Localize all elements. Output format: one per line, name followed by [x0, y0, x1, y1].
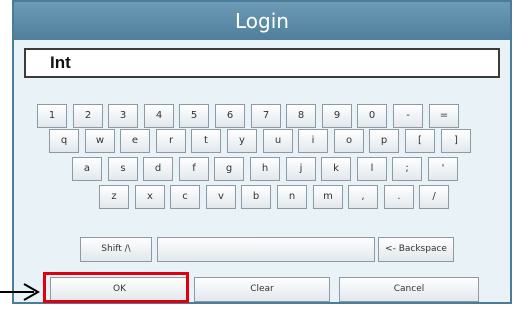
key-1-3[interactable]: 3	[108, 104, 138, 128]
clear-button[interactable]: Clear	[194, 277, 330, 302]
key-4-1[interactable]: z	[99, 185, 129, 209]
key-3-8[interactable]: k	[321, 157, 351, 181]
key-1-7[interactable]: 7	[251, 104, 281, 128]
key-2-11[interactable]: [	[405, 129, 435, 153]
key-1-1[interactable]: 1	[37, 104, 67, 128]
key-4-6[interactable]: n	[277, 185, 307, 209]
key-2-7[interactable]: u	[263, 129, 293, 153]
dialog-title: Login	[14, 2, 510, 40]
key-4-3[interactable]: c	[170, 185, 200, 209]
key-3-6[interactable]: h	[250, 157, 280, 181]
login-input[interactable]: Int	[24, 48, 500, 78]
key-2-6[interactable]: y	[227, 129, 257, 153]
key-2-4[interactable]: r	[156, 129, 186, 153]
key-1-11[interactable]: -	[393, 104, 423, 128]
key-4-10[interactable]: /	[419, 185, 449, 209]
key-4-4[interactable]: v	[206, 185, 236, 209]
key-2-2[interactable]: w	[85, 129, 115, 153]
key-3-7[interactable]: j	[286, 157, 316, 181]
key-3-11[interactable]: '	[428, 157, 458, 181]
key-2-1[interactable]: q	[49, 129, 79, 153]
key-2-12[interactable]: ]	[441, 129, 471, 153]
login-dialog: Login Int 1 2 3 4 5 6 7 8 9 0- = q w e r t y u i o p[] a s d f g h…	[12, 0, 512, 304]
key-3-9[interactable]: l	[357, 157, 387, 181]
key-1-6[interactable]: 6	[215, 104, 245, 128]
key-3-10[interactable]: ;	[392, 157, 422, 181]
key-2-10[interactable]: p	[369, 129, 399, 153]
key-2-9[interactable]: o	[334, 129, 364, 153]
shift-key[interactable]: Shift /\	[80, 237, 152, 262]
key-1-12[interactable]: =	[429, 104, 459, 128]
backspace-key[interactable]: <- Backspace	[378, 237, 454, 262]
key-2-3[interactable]: e	[120, 129, 150, 153]
key-4-8[interactable]: ,	[348, 185, 378, 209]
key-4-5[interactable]: b	[241, 185, 271, 209]
key-3-5[interactable]: g	[214, 157, 244, 181]
key-2-5[interactable]: t	[191, 129, 221, 153]
key-3-4[interactable]: f	[179, 157, 209, 181]
key-4-2[interactable]: x	[135, 185, 165, 209]
key-1-2[interactable]: 2	[73, 104, 103, 128]
key-3-1[interactable]: a	[72, 157, 102, 181]
key-3-2[interactable]: s	[108, 157, 138, 181]
space-key[interactable]	[157, 237, 375, 262]
ok-highlight-box	[43, 272, 189, 303]
key-4-7[interactable]: m	[313, 185, 343, 209]
key-1-10[interactable]: 0	[357, 104, 387, 128]
key-4-9[interactable]: .	[384, 185, 414, 209]
cancel-button[interactable]: Cancel	[339, 277, 479, 302]
key-1-4[interactable]: 4	[144, 104, 174, 128]
key-1-5[interactable]: 5	[179, 104, 209, 128]
key-1-9[interactable]: 9	[322, 104, 352, 128]
key-1-8[interactable]: 8	[286, 104, 316, 128]
key-2-8[interactable]: i	[298, 129, 328, 153]
arrow-pointer-icon	[0, 283, 41, 301]
key-3-3[interactable]: d	[143, 157, 173, 181]
